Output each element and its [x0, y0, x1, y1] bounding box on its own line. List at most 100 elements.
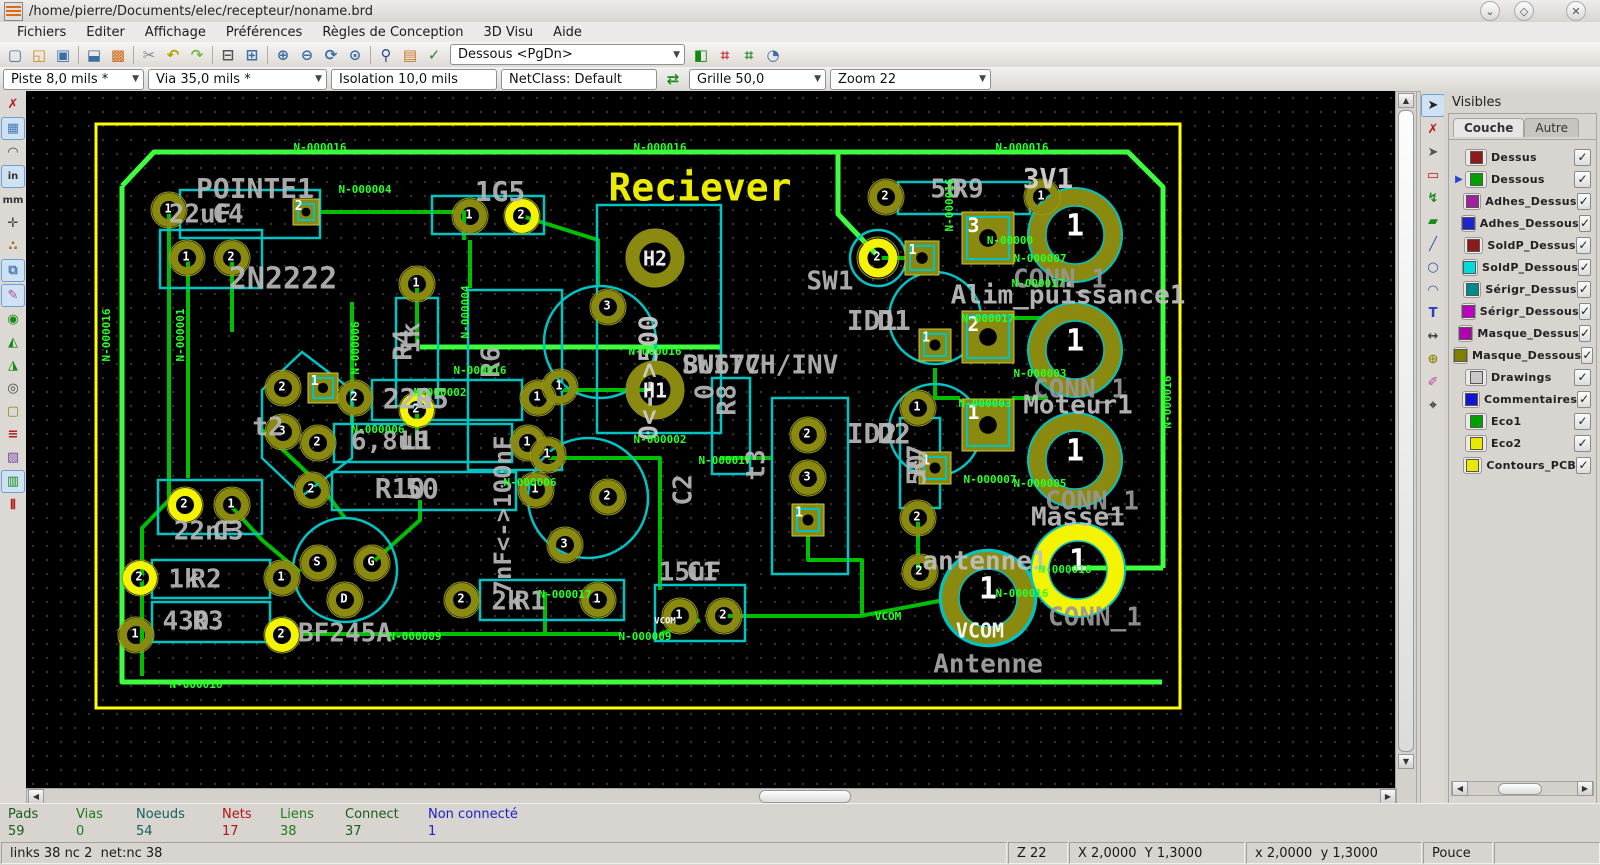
track-width-selector[interactable]: Piste 8,0 mils * ▼ [3, 68, 144, 90]
layer-color-swatch[interactable] [1463, 260, 1477, 274]
tab-couche[interactable]: Couche [1453, 118, 1525, 137]
zoom-out-icon[interactable]: ⊖ [296, 44, 318, 66]
menu-affichage[interactable]: Affichage [136, 24, 215, 41]
close-button[interactable]: ✕ [1566, 1, 1586, 21]
layer-visibility-checkbox[interactable]: ✓ [1576, 280, 1592, 298]
via-size-selector[interactable]: Via 35,0 mils * ▼ [148, 68, 327, 90]
layer-visibility-checkbox[interactable]: ✓ [1577, 390, 1591, 408]
menu-fichiers[interactable]: Fichiers [8, 24, 75, 41]
redo-icon[interactable]: ↷ [186, 44, 208, 66]
layer-visibility-checkbox[interactable]: ✓ [1576, 192, 1591, 210]
menu-3d-visu[interactable]: 3D Visu [475, 24, 543, 41]
layer-row-masque_dessous[interactable]: Masque_Dessous ✓ [1449, 344, 1596, 366]
netlist-icon[interactable]: ▤ [399, 44, 421, 66]
grid-visibility-icon[interactable]: ▦ [1, 117, 25, 140]
menu-pr-f-rences[interactable]: Préférences [217, 24, 311, 41]
new-board-icon[interactable]: ▢ [4, 44, 26, 66]
select-tool-icon[interactable]: ➤ [1421, 94, 1445, 117]
cursor-shape-icon[interactable]: ✛ [2, 213, 24, 234]
layer-color-swatch[interactable] [1461, 304, 1475, 318]
layer-color-swatch[interactable] [1469, 172, 1483, 186]
layer-visibility-checkbox[interactable]: ✓ [1576, 456, 1591, 474]
panel-scroll-left-icon[interactable]: ◀ [1452, 781, 1468, 796]
local-ratsnest-icon[interactable]: ➤ [1422, 142, 1444, 163]
open-board-icon[interactable]: ◱ [28, 44, 50, 66]
layer-color-swatch[interactable] [1469, 370, 1483, 384]
add-module-icon[interactable]: ▭ [1422, 165, 1444, 186]
add-arc-icon[interactable]: ◠ [1422, 280, 1444, 301]
add-zone-icon[interactable]: ▰ [1422, 211, 1444, 232]
zoom-in-icon[interactable]: ⊕ [272, 44, 294, 66]
layer-row-contours_pcb[interactable]: Contours_PCB ✓ [1449, 454, 1596, 476]
layer-visibility-checkbox[interactable]: ✓ [1574, 170, 1591, 188]
scroll-right-icon[interactable]: ▶ [1380, 789, 1396, 804]
layer-visibility-checkbox[interactable]: ✓ [1578, 324, 1591, 342]
add-track-icon[interactable]: ↯ [1422, 188, 1444, 209]
grid-axis-icon[interactable]: ⌗ [738, 44, 760, 66]
maximize-button[interactable]: ◇ [1514, 1, 1534, 21]
zones-show-icon[interactable]: ◉ [2, 309, 24, 330]
vias-sketch-icon[interactable]: ◎ [2, 378, 24, 399]
vertical-scrollbar[interactable]: ▲ ▼ [1395, 91, 1417, 805]
layer-visibility-checkbox[interactable]: ✓ [1574, 412, 1591, 430]
tracks-sketch-icon[interactable]: ≡ [2, 424, 24, 445]
layer-color-swatch[interactable] [1465, 194, 1479, 208]
layer-selector[interactable]: Dessous <PgDn> ▼ [450, 44, 685, 65]
delete-item-icon[interactable]: ✐ [1422, 372, 1444, 393]
layer-row-sérigr_dessous[interactable]: Sérigr_Dessous ✓ [1449, 300, 1596, 322]
layer-row-dessus[interactable]: Dessus ✓ [1449, 146, 1596, 168]
module-editor-icon[interactable]: ▩ [107, 44, 129, 66]
layer-color-swatch[interactable] [1461, 216, 1475, 230]
units-inch-icon[interactable]: in [1, 165, 25, 188]
layer-visibility-checkbox[interactable]: ✓ [1574, 148, 1591, 166]
find-icon[interactable]: ⚲ [375, 44, 397, 66]
panel-scroll-right-icon[interactable]: ▶ [1577, 781, 1593, 796]
polar-coords-icon[interactable]: ◠ [2, 142, 24, 163]
undo-icon[interactable]: ↶ [162, 44, 184, 66]
add-circle-icon[interactable]: ○ [1422, 257, 1444, 278]
pcb-canvas[interactable]: 1111132111111211212122121212121122112SGD… [26, 91, 1395, 788]
menu-editer[interactable]: Editer [77, 24, 134, 41]
highlight-net-icon[interactable]: ✗ [1422, 119, 1444, 140]
layer-color-swatch[interactable] [1454, 348, 1467, 362]
tab-autre[interactable]: Autre [1524, 118, 1579, 137]
add-line-icon[interactable]: ╱ [1422, 234, 1444, 255]
add-dimension-icon[interactable]: ↔ [1422, 326, 1444, 347]
drc-off-icon[interactable]: ✗ [2, 94, 24, 115]
menu-r-gles-de-conception[interactable]: Règles de Conception [313, 24, 472, 41]
page-settings-icon[interactable]: ⬓ [83, 44, 105, 66]
layer-visibility-checkbox[interactable]: ✓ [1575, 236, 1591, 254]
net-class-icon[interactable]: ⇄ [662, 68, 684, 90]
drill-origin-icon[interactable]: ⌖ [1422, 395, 1444, 416]
zones-disable-icon[interactable]: ◭ [2, 332, 24, 353]
layer-row-eco2[interactable]: Eco2 ✓ [1449, 432, 1596, 454]
save-board-icon[interactable]: ▣ [52, 44, 74, 66]
layer-row-adhes_dessous[interactable]: Adhes_Dessous ✓ [1449, 212, 1596, 234]
scroll-up-icon[interactable]: ▲ [1398, 93, 1414, 108]
layer-visibility-checkbox[interactable]: ✓ [1581, 346, 1594, 364]
grid-selector[interactable]: Grille 50,0 ▼ [689, 68, 826, 90]
zones-outline-icon[interactable]: ◮ [2, 355, 24, 376]
panel-h-scrollbar[interactable]: ◀ ▶ [1451, 781, 1594, 796]
print-icon[interactable]: ⊟ [217, 44, 239, 66]
layer-row-commentaires[interactable]: Commentaires ✓ [1449, 388, 1596, 410]
module-ratsnest-icon[interactable]: ⧉ [1, 259, 25, 282]
layer-color-swatch[interactable] [1469, 436, 1483, 450]
add-target-icon[interactable]: ⊕ [1422, 349, 1444, 370]
plot-icon[interactable]: ⊞ [241, 44, 263, 66]
minimize-button[interactable]: ⌄ [1480, 1, 1500, 21]
layer-row-soldp_dessous[interactable]: SoldP_Dessous ✓ [1449, 256, 1596, 278]
layer-row-soldp_dessus[interactable]: SoldP_Dessus ✓ [1449, 234, 1596, 256]
layer-row-adhes_dessus[interactable]: Adhes_Dessus ✓ [1449, 190, 1596, 212]
layer-color-swatch[interactable] [1469, 414, 1483, 428]
high-contrast-icon[interactable]: ▧ [2, 447, 24, 468]
layer-color-swatch[interactable] [1469, 150, 1483, 164]
layer-color-swatch[interactable] [1466, 238, 1480, 252]
layer-pair-icon[interactable]: ◧ [690, 44, 712, 66]
layer-color-swatch[interactable] [1466, 458, 1480, 472]
units-mm-icon[interactable]: mm [2, 190, 24, 211]
freeroute-icon[interactable]: ◔ [762, 44, 784, 66]
zoom-selector[interactable]: Zoom 22 ▼ [830, 68, 991, 90]
pads-sketch-icon[interactable]: ▢ [2, 401, 24, 422]
layers-manager-icon[interactable]: ▥ [1, 470, 25, 493]
